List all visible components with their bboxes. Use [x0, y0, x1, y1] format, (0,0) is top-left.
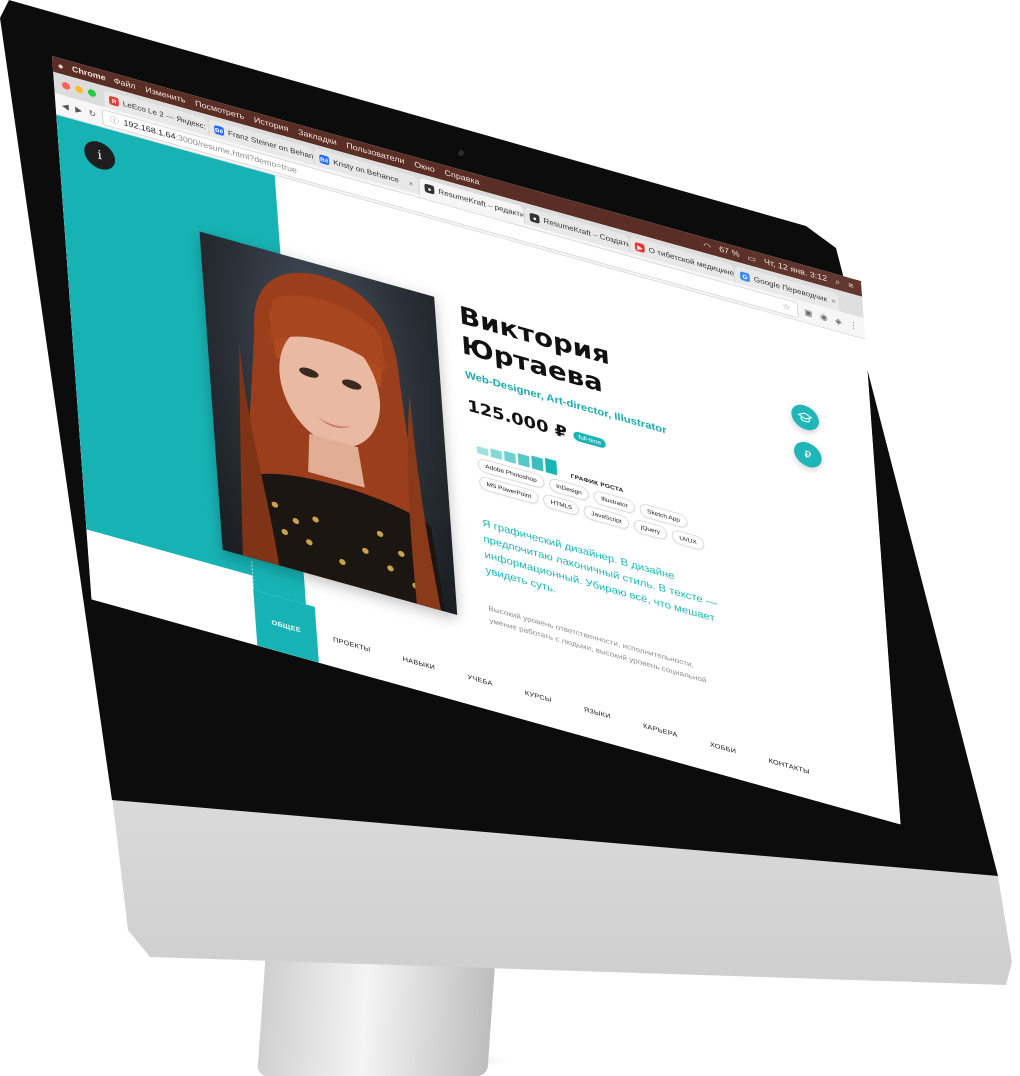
- list-icon[interactable]: ≡: [848, 281, 854, 291]
- apple-icon: ●: [529, 212, 540, 224]
- extension-icon[interactable]: ◉: [820, 312, 828, 323]
- forward-icon[interactable]: ▶: [75, 104, 82, 115]
- translate-icon: G: [739, 271, 751, 283]
- wifi-icon[interactable]: ◠: [703, 240, 711, 252]
- apple-icon: ●: [424, 183, 435, 195]
- search-icon[interactable]: ⌕: [835, 277, 841, 288]
- extension-icon[interactable]: ▣: [804, 307, 813, 319]
- back-icon[interactable]: ◀: [62, 101, 69, 111]
- minimize-window-icon[interactable]: [74, 84, 84, 95]
- behance-icon: Bē: [213, 124, 225, 137]
- employment-badge: full-time: [573, 430, 607, 450]
- extension-icon[interactable]: ◈: [835, 316, 842, 326]
- cap-svg: [797, 412, 813, 423]
- graduation-cap-icon[interactable]: [790, 401, 820, 434]
- growth-bar: [503, 450, 517, 464]
- star-icon[interactable]: ☆: [782, 301, 791, 313]
- skill-tag: UI/UX: [671, 528, 705, 552]
- growth-bar: [490, 448, 503, 461]
- close-window-icon[interactable]: [61, 81, 71, 91]
- ruble-icon: ₽: [803, 447, 812, 462]
- zoom-window-icon[interactable]: [87, 88, 97, 98]
- growth-bar: [544, 457, 558, 476]
- growth-bar: [531, 455, 544, 472]
- menu-dots-icon[interactable]: ⋮: [849, 320, 859, 331]
- ruble-button[interactable]: ₽: [793, 438, 823, 471]
- close-icon[interactable]: ×: [408, 179, 413, 188]
- growth-bar: [476, 445, 489, 457]
- flag-icon[interactable]: ▭: [747, 253, 756, 264]
- close-icon[interactable]: ×: [831, 297, 836, 306]
- youtube-icon: ▶: [634, 241, 645, 254]
- behance-icon: Bē: [319, 154, 330, 166]
- info-small-icon[interactable]: ⓘ: [109, 113, 120, 127]
- yandex-icon: Я: [108, 95, 120, 107]
- camera-dot: [458, 150, 464, 156]
- growth-bar: [517, 453, 530, 468]
- reload-icon[interactable]: ↻: [88, 108, 96, 120]
- candidate-name: Виктория Юртаева: [458, 300, 613, 402]
